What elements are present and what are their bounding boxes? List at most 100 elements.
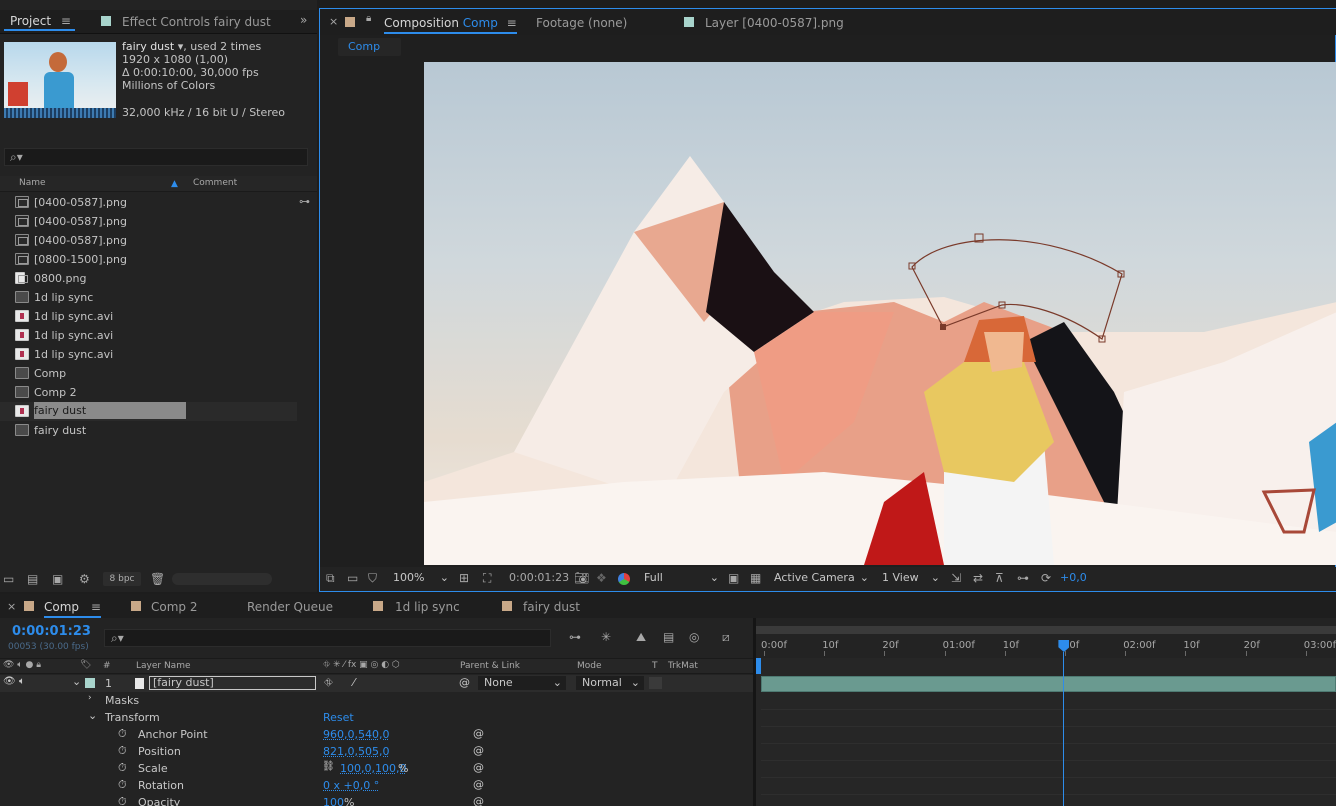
snapshot-icon[interactable]: 📷︎: [574, 572, 589, 584]
chevron-down-icon[interactable]: ⌄: [88, 709, 97, 722]
bpc-label[interactable]: 8 bpc: [103, 572, 141, 586]
graph-editor-icon[interactable]: ⧄: [722, 631, 730, 643]
chevron-right-icon[interactable]: ›: [88, 693, 92, 703]
tab-render-queue[interactable]: Render Queue: [247, 600, 333, 614]
layer-row[interactable]: 👁︎ 🔈︎ ⌄ 1 [fairy dust] ⛗ ⁄ @ None ⌄ Norma…: [0, 675, 753, 692]
panel-menu-icon[interactable]: ≡: [61, 15, 71, 27]
quality-switch-icon[interactable]: ⁄: [353, 676, 355, 689]
grid-guides-icon[interactable]: ⊞: [459, 572, 469, 584]
draft-3d-icon[interactable]: ✳: [601, 631, 611, 643]
show-snapshot-icon[interactable]: ❖: [596, 572, 607, 584]
color-channels-icon[interactable]: [618, 573, 630, 585]
interpret-footage-icon[interactable]: ▭: [3, 573, 14, 585]
expand-panels-icon[interactable]: »: [300, 14, 307, 26]
tab-fairy-dust[interactable]: fairy dust: [523, 600, 580, 614]
motion-blur-icon[interactable]: ◎: [689, 631, 699, 643]
label-color-swatch[interactable]: [85, 678, 95, 688]
project-search-input[interactable]: ⌕▾: [4, 148, 308, 166]
col-name[interactable]: Name: [19, 178, 46, 188]
timeline-current-time[interactable]: 0:00:01:23: [12, 624, 91, 639]
flowchart-icon[interactable]: ⊶: [299, 196, 310, 207]
project-settings-icon[interactable]: ⚙: [79, 573, 90, 585]
project-item[interactable]: Comp 2: [0, 383, 297, 402]
region-of-interest-icon[interactable]: ▣: [728, 572, 739, 584]
col-comment[interactable]: Comment: [193, 178, 237, 188]
col-layer-name[interactable]: Layer Name: [136, 661, 191, 671]
reset-exposure-icon[interactable]: ⟳: [1041, 572, 1051, 584]
exposure-value[interactable]: +0,0: [1060, 571, 1087, 584]
expression-pickwhip-icon[interactable]: @: [473, 744, 484, 757]
tab-footage[interactable]: Footage (none): [536, 16, 627, 30]
expression-pickwhip-icon[interactable]: @: [473, 727, 484, 740]
stopwatch-icon[interactable]: ⏱: [118, 778, 127, 792]
timeline-search-input[interactable]: ⌕▾: [104, 629, 551, 647]
expression-pickwhip-icon[interactable]: @: [473, 761, 484, 774]
tab-comp-2[interactable]: Comp 2: [151, 600, 197, 614]
parent-dropdown[interactable]: None ⌄: [478, 676, 566, 690]
layer-name-field[interactable]: [fairy dust]: [149, 676, 316, 690]
composition-canvas[interactable]: [424, 62, 1336, 565]
chevron-down-icon[interactable]: ⌄: [72, 675, 81, 688]
tab-1d-lip-sync[interactable]: 1d lip sync: [395, 600, 460, 614]
transform-reset-link[interactable]: Reset: [323, 711, 354, 724]
close-tab-icon[interactable]: ×: [7, 601, 16, 612]
comp-flowchart-icon[interactable]: ⊶: [569, 631, 581, 643]
property-row[interactable]: ⏱ Anchor Point 960,0,540,0 @: [0, 726, 753, 743]
trash-icon[interactable]: 🗑: [150, 573, 165, 585]
property-value[interactable]: 100: [323, 796, 344, 806]
views-dropdown[interactable]: 1 View ⌄: [882, 571, 940, 584]
expression-pickwhip-icon[interactable]: @: [473, 795, 484, 806]
shy-layers-icon[interactable]: ⛰: [636, 631, 646, 643]
new-composition-icon[interactable]: ▣: [52, 573, 63, 585]
tab-project[interactable]: Project ≡: [4, 14, 75, 31]
panel-menu-icon[interactable]: ≡: [91, 601, 101, 613]
property-value[interactable]: 0 x +0,0 °: [323, 779, 379, 792]
property-row[interactable]: ⏱ Rotation 0 x +0,0 ° @: [0, 777, 753, 794]
resolution-dropdown[interactable]: Full ⌄: [644, 571, 719, 584]
flowchart-icon[interactable]: ⊶: [1017, 572, 1029, 584]
frame-blending-icon[interactable]: ▤: [663, 631, 674, 643]
property-row[interactable]: ⏱ Position 821,0,505,0 @: [0, 743, 753, 760]
lock-icon[interactable]: 🔒︎: [366, 14, 371, 24]
property-row[interactable]: ⏱ Opacity 100% @: [0, 794, 753, 806]
stopwatch-icon[interactable]: ⏱: [118, 744, 127, 758]
label-tag-icon[interactable]: 🏷︎: [80, 660, 91, 670]
property-row[interactable]: ⏱ Scale ⛓ 100,0,100,0% @: [0, 760, 753, 777]
tab-composition-comp[interactable]: Composition Comp ≡: [384, 16, 517, 34]
fast-previews-icon[interactable]: ⇄: [973, 572, 983, 584]
playhead-handle[interactable]: [1058, 640, 1070, 652]
close-tab-icon[interactable]: ×: [329, 16, 338, 27]
sort-ascending-icon[interactable]: ▲: [171, 179, 178, 189]
stopwatch-icon[interactable]: ⏱: [118, 727, 127, 741]
current-time-display[interactable]: 0:00:01:23: [509, 571, 569, 584]
property-value[interactable]: 100,0,100,0: [340, 762, 406, 775]
mask-visibility-icon[interactable]: ⛉: [368, 572, 377, 584]
project-item[interactable]: fairy dust: [0, 421, 297, 440]
expression-pickwhip-icon[interactable]: @: [473, 778, 484, 791]
project-item[interactable]: [0800-1500].png: [0, 250, 297, 269]
comp-breadcrumb[interactable]: Comp: [338, 38, 401, 56]
playhead[interactable]: [1058, 640, 1070, 806]
masks-group[interactable]: › Masks: [0, 692, 753, 709]
project-item[interactable]: Comp: [0, 364, 297, 383]
timeline-icon[interactable]: ⊼: [995, 572, 1004, 584]
project-item[interactable]: 0800.png: [0, 269, 297, 288]
stopwatch-icon[interactable]: ⏱: [118, 795, 127, 806]
time-ruler[interactable]: 0:00f 10f 20f 01:00f 10f 20f 02:00f 10f 20f 03:00…: [756, 626, 1336, 656]
project-scrollbar[interactable]: [172, 573, 272, 585]
project-item[interactable]: 1d lip sync: [0, 288, 297, 307]
property-value[interactable]: 960,0,540,0: [323, 728, 389, 741]
project-item[interactable]: [0400-0587].png: [0, 193, 297, 212]
tab-effect-controls[interactable]: Effect Controls fairy dust: [122, 15, 271, 29]
audio-icon[interactable]: 🔈︎: [19, 676, 25, 687]
mask-path-icon[interactable]: ⛶: [483, 572, 491, 584]
tab-comp[interactable]: Comp ≡: [44, 600, 101, 618]
pickwhip-icon[interactable]: @: [459, 676, 470, 689]
monitor-icon[interactable]: ▭: [347, 572, 358, 584]
layer-duration-bar[interactable]: [761, 676, 1336, 692]
work-area-bar[interactable]: [756, 626, 1336, 634]
project-item[interactable]: 1d lip sync.avi: [0, 307, 297, 326]
project-item[interactable]: [0400-0587].png: [0, 231, 297, 250]
zoom-dropdown[interactable]: 100% ⌄: [393, 571, 449, 584]
project-item[interactable]: 1d lip sync.avi: [0, 326, 297, 345]
